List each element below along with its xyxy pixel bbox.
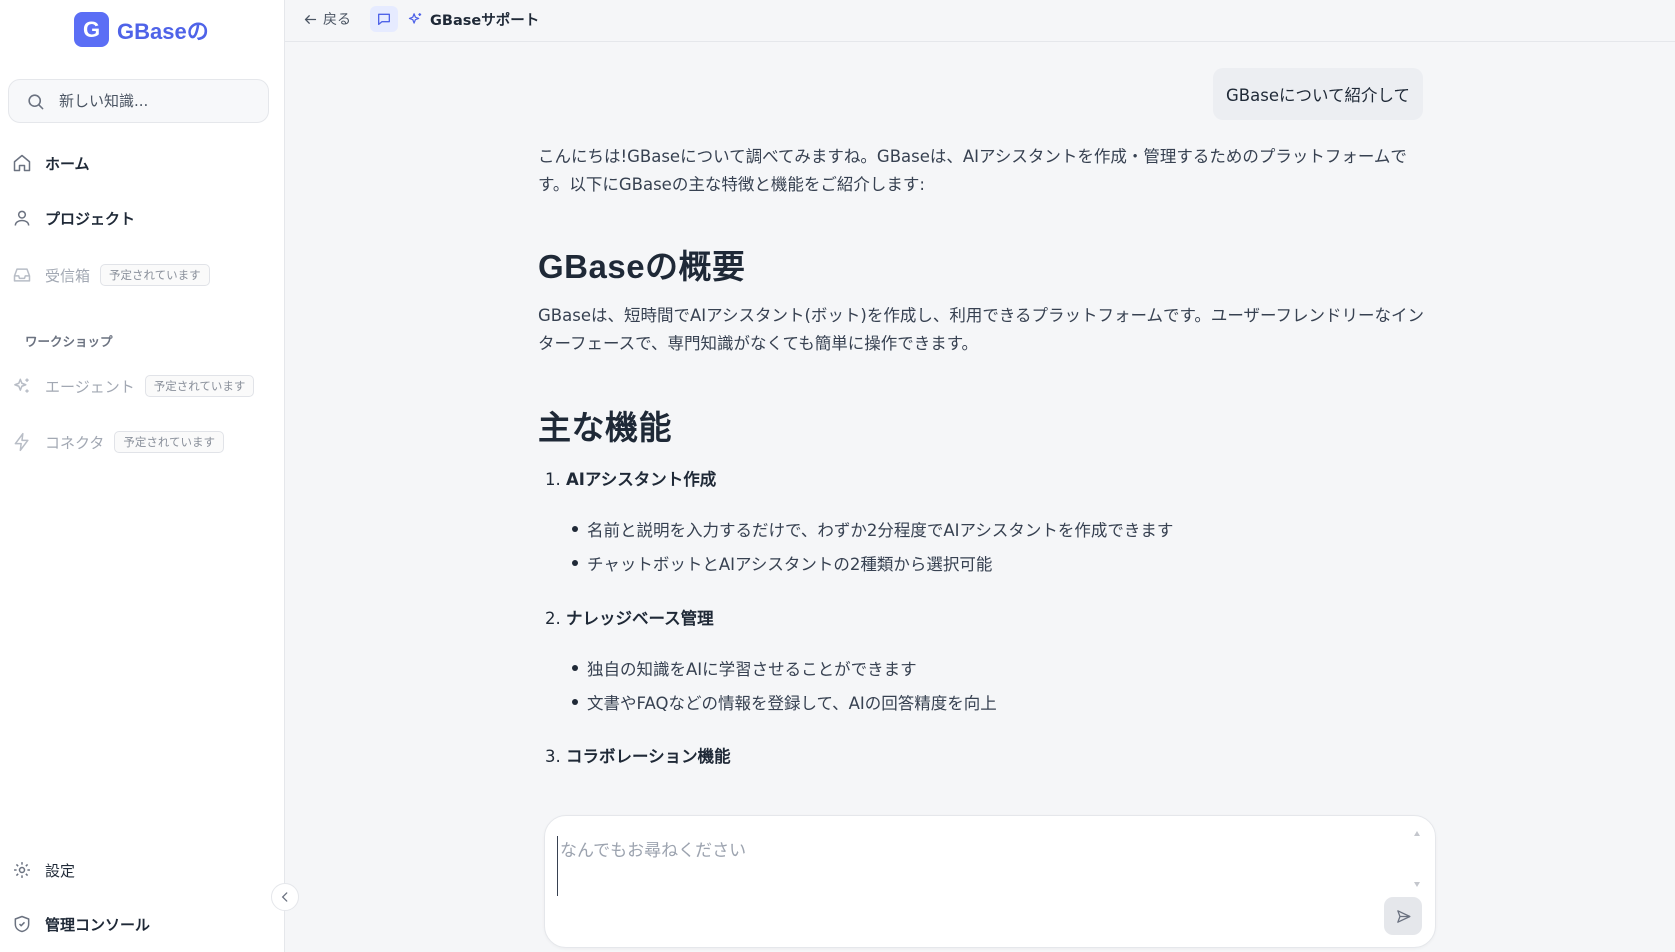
- assistant-breadcrumb[interactable]: GBaseサポート: [407, 9, 539, 30]
- feature-number: 3.: [545, 747, 561, 766]
- feature-item: 2. ナレッジベース管理: [545, 605, 714, 629]
- chat-mode-button[interactable]: [370, 6, 398, 32]
- back-button[interactable]: 戻る: [303, 9, 351, 29]
- list-item: 文書やFAQなどの情報を登録して、AIの回答精度を向上: [572, 690, 997, 714]
- sidebar-item-label: ホーム: [45, 154, 90, 173]
- sidebar-item-label: プロジェクト: [45, 209, 136, 228]
- message-input[interactable]: [557, 836, 1380, 896]
- sidebar-item-inbox[interactable]: 受信箱 予定されています: [12, 260, 210, 290]
- inbox-icon: [12, 265, 32, 285]
- list-item: チャットボットとAIアシスタントの2種類から選択可能: [572, 551, 992, 575]
- sidebar-item-label: 受信箱: [45, 266, 91, 285]
- list-item-text: チャットボットとAIアシスタントの2種類から選択可能: [587, 555, 993, 574]
- send-icon: [1395, 908, 1412, 925]
- list-item-text: 名前と説明を入力するだけで、わずか2分程度でAIアシスタントを作成できます: [587, 521, 1174, 540]
- feature-title: コラボレーション機能: [566, 747, 731, 766]
- features-heading: 主な機能: [538, 409, 672, 446]
- status-badge: 予定されています: [144, 375, 255, 397]
- chat-bubble-icon: [376, 11, 392, 27]
- status-badge: 予定されています: [100, 264, 210, 286]
- feature-title: ナレッジベース管理: [566, 609, 714, 628]
- shield-icon: [12, 914, 32, 934]
- intro-paragraph: こんにちは!GBaseについて調べてみますね。GBaseは、AIアシスタントを作…: [538, 147, 1407, 194]
- status-badge: 予定されています: [114, 431, 225, 453]
- feature-item: 1. AIアシスタント作成: [545, 466, 716, 490]
- chevron-left-icon: [278, 890, 292, 904]
- sidebar-item-projects[interactable]: プロジェクト: [12, 203, 135, 233]
- app-logo[interactable]: G GBaseの: [74, 12, 209, 47]
- arrow-left-icon: [303, 12, 318, 27]
- section-label-workshop: ワークショップ: [25, 334, 113, 349]
- sidebar-item-label: 管理コンソール: [45, 915, 151, 934]
- feature-number: 1.: [545, 470, 561, 489]
- sidebar-item-label: 設定: [45, 861, 76, 880]
- bullet-dot: [572, 526, 578, 532]
- sidebar-item-home[interactable]: ホーム: [12, 148, 90, 178]
- sidebar-item-settings[interactable]: 設定: [12, 855, 75, 885]
- back-label: 戻る: [323, 12, 351, 28]
- user-icon: [12, 208, 32, 228]
- gear-icon: [12, 860, 32, 880]
- sidebar-search[interactable]: [8, 79, 269, 123]
- sparkle-icon: [12, 376, 32, 396]
- feature-number: 2.: [545, 609, 561, 628]
- lightning-icon: [12, 432, 32, 452]
- sparkle-icon: [407, 11, 424, 28]
- assistant-name: GBaseサポート: [430, 13, 540, 29]
- bullet-dot: [572, 699, 578, 705]
- message-composer: [544, 815, 1436, 948]
- sidebar: G GBaseの ホーム プロジェクト 受信箱 予定されています ワークショップ…: [0, 0, 285, 952]
- sidebar-item-connectors[interactable]: コネクタ 予定されています: [12, 427, 225, 457]
- search-input[interactable]: [59, 92, 249, 110]
- list-item-text: 独自の知識をAIに学習させることができます: [587, 660, 917, 679]
- collapse-sidebar-button[interactable]: [271, 883, 299, 911]
- overview-paragraph: GBaseは、短時間でAIアシスタント(ボット)を作成し、利用できるプラットフォ…: [538, 306, 1425, 353]
- home-icon: [12, 153, 32, 173]
- send-button[interactable]: [1384, 897, 1422, 935]
- top-bar: 戻る GBaseサポート: [285, 0, 1675, 42]
- bullet-dot: [572, 665, 578, 671]
- scroll-up-arrow[interactable]: [1414, 831, 1420, 836]
- feature-title: AIアシスタント作成: [566, 470, 717, 489]
- feature-item: 3. コラボレーション機能: [545, 743, 731, 767]
- logo-mark: G: [74, 12, 109, 47]
- bullet-dot: [572, 560, 578, 566]
- sidebar-item-admin-console[interactable]: 管理コンソール: [12, 909, 150, 939]
- user-message-bubble: GBaseについて紹介して: [1213, 68, 1423, 120]
- list-item-text: 文書やFAQなどの情報を登録して、AIの回答精度を向上: [587, 694, 997, 713]
- overview-heading: GBaseの概要: [538, 248, 746, 285]
- logo-text: GBaseの: [117, 18, 209, 44]
- sidebar-item-agents[interactable]: エージェント 予定されています: [12, 371, 255, 401]
- scroll-down-arrow[interactable]: [1414, 882, 1420, 887]
- list-item: 独自の知識をAIに学習させることができます: [572, 656, 917, 680]
- search-icon: [26, 92, 45, 111]
- list-item: 名前と説明を入力するだけで、わずか2分程度でAIアシスタントを作成できます: [572, 517, 1173, 541]
- sidebar-item-label: コネクタ: [45, 433, 105, 452]
- sidebar-item-label: エージェント: [45, 377, 135, 396]
